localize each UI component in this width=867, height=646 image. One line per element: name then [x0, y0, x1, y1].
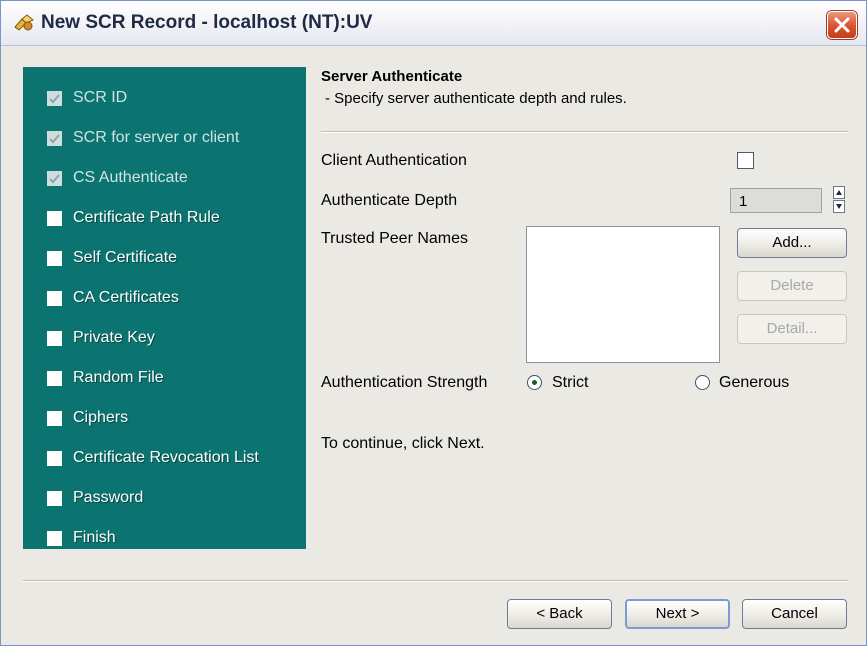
page-subtitle: - Specify server authenticate depth and … — [325, 90, 627, 107]
header-divider — [321, 131, 848, 133]
add-button[interactable]: Add... — [737, 228, 847, 258]
step-checkbox — [47, 531, 62, 546]
generous-radio-label: Generous — [719, 374, 790, 391]
step-label: SCR ID — [73, 89, 128, 106]
cancel-button[interactable]: Cancel — [742, 599, 847, 629]
page-title: Server Authenticate — [321, 68, 463, 85]
dialog-window: New SCR Record - localhost (NT):UV SCR I… — [0, 0, 867, 646]
step-label: Random File — [73, 369, 164, 386]
step-label: CA Certificates — [73, 289, 179, 306]
step-label: Password — [73, 489, 144, 506]
step-label: Certificate Revocation List — [73, 449, 259, 466]
trusted-peer-names-label: Trusted Peer Names — [321, 230, 469, 247]
step-checkbox — [47, 491, 62, 506]
window-title: New SCR Record - localhost (NT):UV — [41, 12, 373, 33]
client-authentication-label: Client Authentication — [321, 152, 467, 169]
spinner-up-icon — [836, 190, 842, 195]
spinner-down-icon — [836, 204, 842, 209]
spinner-up-button[interactable] — [833, 186, 845, 199]
back-button[interactable]: < Back — [507, 599, 612, 629]
step-checkbox — [47, 91, 62, 106]
generous-radio[interactable] — [695, 375, 710, 390]
footer-divider — [23, 580, 848, 582]
checkmark-icon — [49, 174, 60, 184]
step-label: Finish — [73, 529, 116, 546]
step-checkbox — [47, 411, 62, 426]
next-button[interactable]: Next > — [625, 599, 730, 629]
close-icon — [834, 17, 850, 33]
step-checkbox — [47, 291, 62, 306]
authenticate-depth-label: Authenticate Depth — [321, 192, 458, 209]
step-checkbox — [47, 131, 62, 146]
close-button[interactable] — [827, 11, 857, 39]
step-checkbox — [47, 171, 62, 186]
step-label: SCR for server or client — [73, 129, 240, 146]
strict-radio[interactable] — [527, 375, 542, 390]
step-label: CS Authenticate — [73, 169, 188, 186]
step-checkbox — [47, 211, 62, 226]
authentication-strength-label: Authentication Strength — [321, 374, 488, 391]
app-icon — [13, 13, 35, 33]
spinner-down-button[interactable] — [833, 200, 845, 213]
delete-button[interactable]: Delete — [737, 271, 847, 301]
trusted-peer-names-list[interactable] — [526, 226, 720, 363]
title-bar[interactable]: New SCR Record - localhost (NT):UV — [1, 1, 866, 46]
wizard-steps-sidebar: SCR ID SCR for server or client CS Authe… — [23, 67, 306, 549]
step-checkbox — [47, 331, 62, 346]
step-checkbox — [47, 251, 62, 266]
step-checkbox — [47, 371, 62, 386]
step-label: Ciphers — [73, 409, 129, 426]
checkmark-icon — [49, 94, 60, 104]
authenticate-depth-input[interactable]: 1 — [730, 188, 822, 213]
step-label: Self Certificate — [73, 249, 178, 266]
continue-instruction: To continue, click Next. — [321, 435, 485, 452]
detail-button[interactable]: Detail... — [737, 314, 847, 344]
client-authentication-checkbox[interactable] — [737, 152, 754, 169]
step-label: Certificate Path Rule — [73, 209, 220, 226]
step-checkbox — [47, 451, 62, 466]
step-label: Private Key — [73, 329, 155, 346]
radio-selected-dot — [532, 380, 537, 385]
strict-radio-label: Strict — [552, 374, 589, 391]
authenticate-depth-spinner — [833, 186, 845, 214]
checkmark-icon — [49, 134, 60, 144]
